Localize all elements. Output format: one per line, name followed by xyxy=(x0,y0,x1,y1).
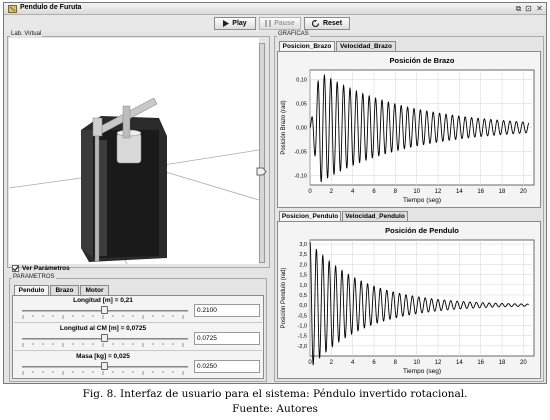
restore-icon[interactable]: ⧉ xyxy=(514,4,523,13)
param-slider-thumb[interactable] xyxy=(101,334,108,342)
x-tick-label: 18 xyxy=(499,189,506,195)
param-value[interactable]: 0.0250 xyxy=(194,360,260,373)
close-icon[interactable]: ✕ xyxy=(535,4,544,13)
y-tick-label: 0,5 xyxy=(299,293,307,299)
graficas-title: GRAFICAS xyxy=(277,31,310,37)
x-tick-label: 14 xyxy=(456,360,463,366)
title-bar: Pendulo de Furuta ⧉ ⊡ ✕ xyxy=(4,3,546,15)
param-row: Masa [kg] = 0,025 0.0250 xyxy=(14,352,262,378)
y-tick-label: 0,05 xyxy=(296,102,307,108)
x-tick-label: 20 xyxy=(520,360,527,366)
param-slider-ticks xyxy=(22,315,184,319)
show-params-checkbox[interactable] xyxy=(12,265,19,272)
tab-velocidad-brazo[interactable]: Velocidad_Brazo xyxy=(336,41,396,51)
y-tick-label: 2,5 xyxy=(299,252,307,258)
param-row: Longitud [m] = 0,21 0.2100 xyxy=(14,296,262,323)
x-tick-label: 12 xyxy=(435,360,442,366)
params-title: PARAMETROS xyxy=(12,274,56,280)
param-value[interactable]: 0.0725 xyxy=(194,332,260,345)
tab-brazo[interactable]: Brazo xyxy=(50,285,79,295)
y-tick-label: -0,05 xyxy=(294,149,307,155)
y-tick-label: -1,5 xyxy=(298,334,307,340)
y-tick-label: 1,0 xyxy=(299,283,307,289)
view-slider-track[interactable] xyxy=(259,43,265,263)
param-slider-ticks xyxy=(22,343,184,347)
window-title: Pendulo de Furuta xyxy=(20,4,82,11)
x-tick-label: 18 xyxy=(499,360,506,366)
param-label: Masa [kg] = 0,025 xyxy=(76,353,130,360)
show-params-label: Ver Parámetros xyxy=(22,265,70,272)
play-icon xyxy=(223,20,230,27)
param-slider-thumb[interactable] xyxy=(101,306,108,314)
pendulo-plot-panel: Posición de Pendulo 0 2 4 6 8 10 12 14 16 18 20 3,0 2… xyxy=(277,221,541,379)
param-label: Longitud [m] = 0,21 xyxy=(73,297,133,304)
reset-button[interactable]: Reset xyxy=(304,17,350,30)
y-tick-label: 1,5 xyxy=(299,273,307,279)
x-tick-label: 6 xyxy=(372,360,376,366)
y-tick-label: -1,0 xyxy=(298,323,307,329)
play-button[interactable]: Play xyxy=(214,17,256,30)
chart-title: Posición de Pendulo xyxy=(385,226,459,235)
reset-icon xyxy=(311,20,320,27)
x-axis-label: Tiempo (seg) xyxy=(403,197,441,204)
toolbar: Play Pause Reset xyxy=(4,15,546,32)
y-tick-label: 2,0 xyxy=(299,262,307,268)
y-axis-label: Posición Pendulo (rad) xyxy=(281,268,287,329)
param-slider-ticks xyxy=(22,371,184,375)
pause-label: Pause xyxy=(274,20,295,27)
x-tick-label: 10 xyxy=(413,189,420,195)
y-tick-label: -0,10 xyxy=(294,173,307,179)
lab-virtual-title: Lab. Virtual xyxy=(10,31,43,37)
x-tick-label: 16 xyxy=(477,189,484,195)
tab-velocidad-pendulo[interactable]: Velocidad_Pendulo xyxy=(342,211,408,221)
x-tick-label: 4 xyxy=(351,360,355,366)
pendulo-position-chart[interactable]: Posición de Pendulo 0 2 4 6 8 10 12 14 16 18 20 3,0 2… xyxy=(278,222,540,378)
figure-source: Fuente: Autores xyxy=(232,403,318,415)
tab-posicion-brazo[interactable]: Posicion_Brazo xyxy=(279,41,335,51)
tab-motor[interactable]: Motor xyxy=(80,285,109,295)
check-icon xyxy=(12,265,19,272)
y-tick-label: 0,00 xyxy=(296,126,307,132)
x-tick-label: 0 xyxy=(308,189,312,195)
x-tick-label: 10 xyxy=(413,360,420,366)
x-tick-label: 6 xyxy=(372,189,376,195)
play-label: Play xyxy=(232,20,247,27)
reset-label: Reset xyxy=(322,20,343,27)
app-icon xyxy=(8,5,17,13)
param-value[interactable]: 0.2100 xyxy=(194,304,260,317)
tab-posicion-pendulo[interactable]: Posicion_Pendulo xyxy=(279,211,341,221)
param-row: Longitud al CM [m] = 0,0725 0.0725 xyxy=(14,324,262,351)
param-label: Longitud al CM [m] = 0,0725 xyxy=(59,325,147,332)
y-tick-label: 0,0 xyxy=(299,303,307,309)
pause-button[interactable]: Pause xyxy=(259,17,301,30)
y-tick-label: -0,5 xyxy=(298,313,307,319)
brazo-plot-panel: Posición de Brazo 0 2 4 6 8 10 12 14 16 18 20 -0,10 -… xyxy=(277,51,541,208)
x-tick-label: 8 xyxy=(394,360,398,366)
x-tick-label: 20 xyxy=(520,189,527,195)
x-tick-label: 4 xyxy=(351,189,355,195)
pendulum-3d-view[interactable] xyxy=(9,38,259,264)
x-tick-label: 14 xyxy=(456,189,463,195)
pause-icon xyxy=(265,20,272,27)
brazo-position-chart[interactable]: Posición de Brazo 0 2 4 6 8 10 12 14 16 18 20 -0,10 -… xyxy=(278,52,540,207)
y-axis-label: Posición Brazo (rad) xyxy=(281,100,287,154)
app-window: Pendulo de Furuta ⧉ ⊡ ✕ Play Pause Reset… xyxy=(3,2,547,384)
param-slider-thumb[interactable] xyxy=(101,362,108,370)
x-tick-label: 8 xyxy=(394,189,398,195)
y-tick-label: 0,10 xyxy=(296,78,307,84)
y-tick-label: -2,0 xyxy=(298,344,307,350)
figure-caption: Fig. 8. Interfaz de usuario para el sist… xyxy=(82,388,468,400)
tab-pendulo[interactable]: Pendulo xyxy=(14,285,49,295)
x-tick-label: 2 xyxy=(330,189,334,195)
maximize-icon[interactable]: ⊡ xyxy=(524,4,533,13)
y-tick-label: 3,0 xyxy=(299,242,307,248)
view-slider-thumb[interactable] xyxy=(256,167,267,176)
x-tick-label: 12 xyxy=(435,189,442,195)
x-tick-label: 2 xyxy=(330,360,334,366)
x-tick-label: 16 xyxy=(477,360,484,366)
x-tick-label: 0 xyxy=(308,360,312,366)
x-axis-label: Tiempo (seg) xyxy=(403,368,441,375)
chart-title: Posición de Brazo xyxy=(389,56,454,65)
